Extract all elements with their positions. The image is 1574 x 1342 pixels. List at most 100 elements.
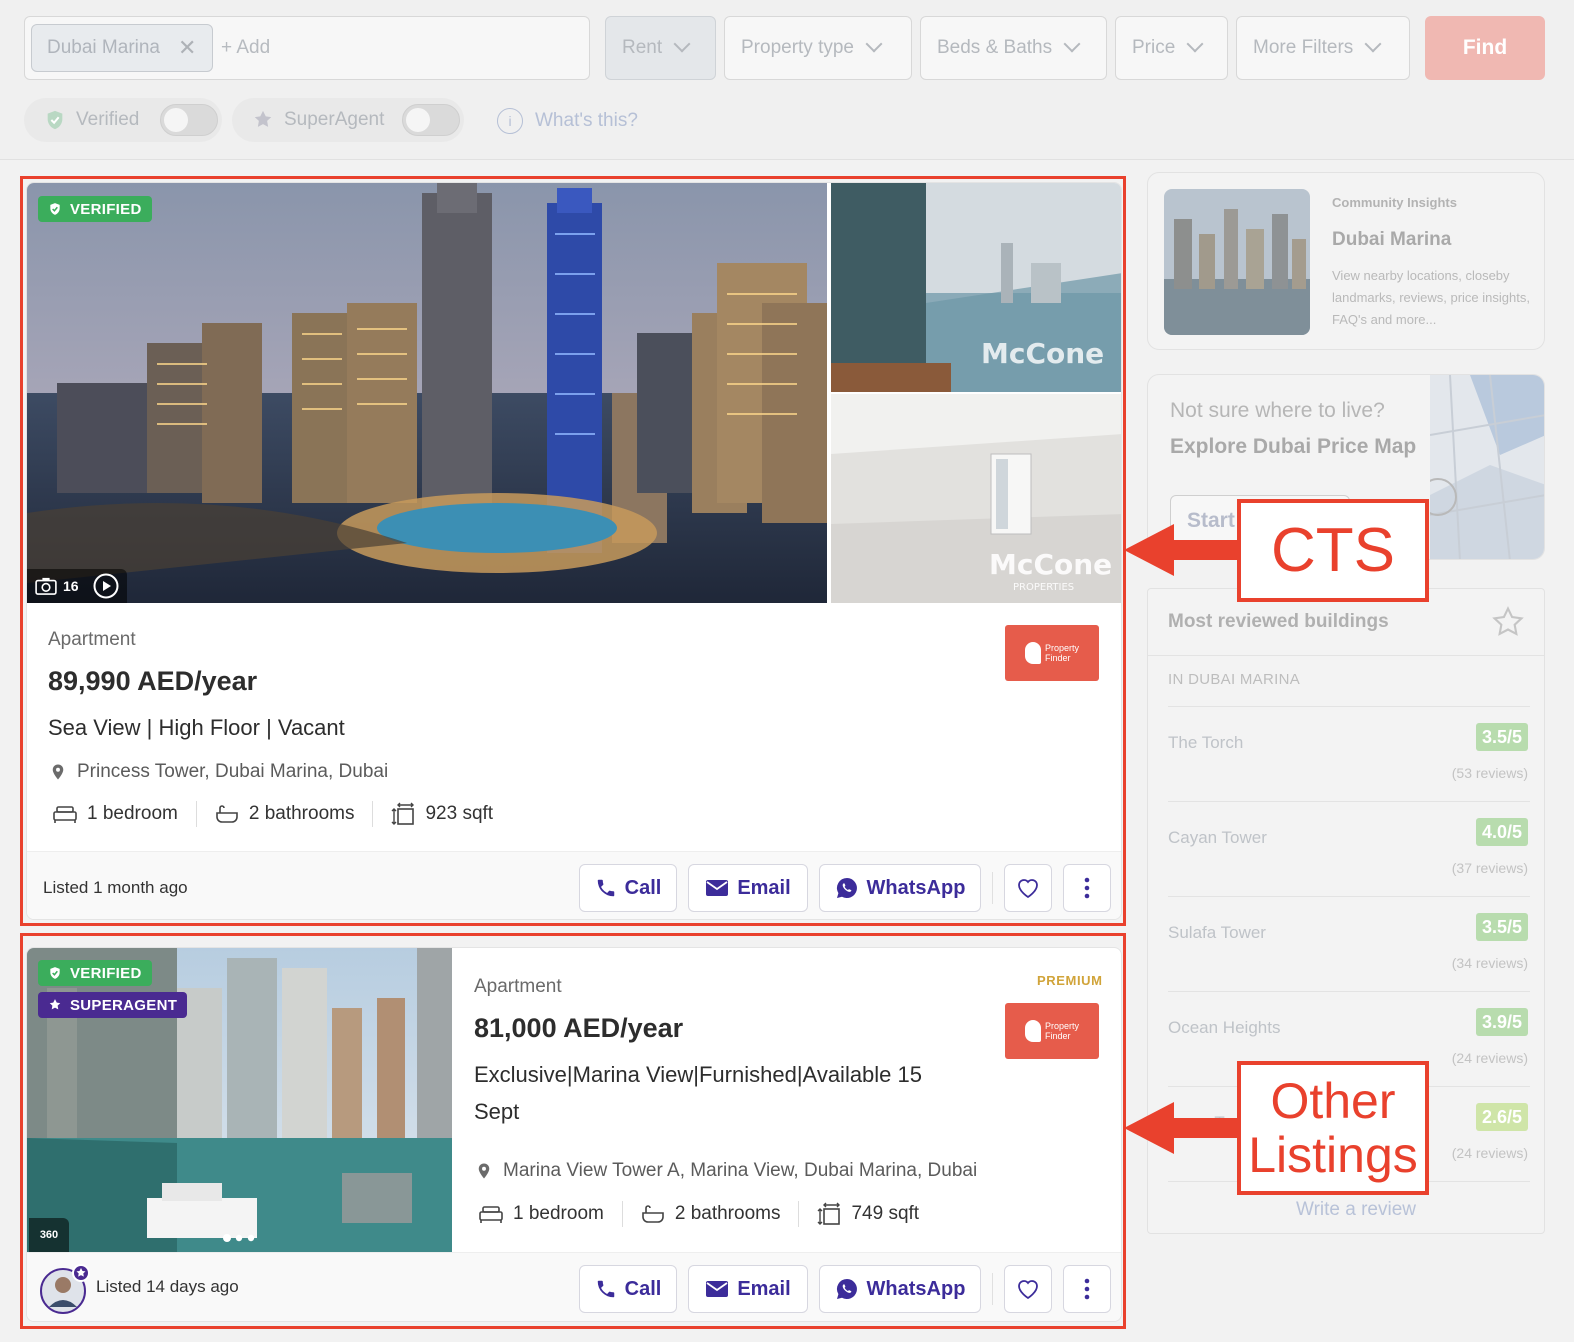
building-row[interactable]: Cayan Tower 4.0/5 (37 reviews) (1168, 801, 1530, 896)
close-icon[interactable]: ✕ (178, 35, 196, 61)
bathtub-icon (216, 805, 238, 823)
building-reviews: (53 reviews) (1451, 765, 1528, 781)
bathrooms-spec: 2 bathrooms (641, 1203, 781, 1225)
verified-badge: VERIFIED (38, 196, 152, 222)
building-score: 3.9/5 (1475, 1008, 1528, 1036)
bed-icon (53, 806, 77, 823)
listing-title[interactable]: Sea View | High Floor | Vacant (48, 709, 345, 746)
price-map-title: Explore Dubai Price Map (1170, 435, 1417, 458)
filter-label: More Filters (1253, 37, 1354, 58)
virtual-tour-360-icon[interactable]: 360 (29, 1218, 69, 1252)
more-options-button[interactable] (1063, 864, 1111, 912)
beds-baths-filter-dropdown[interactable]: Beds & Baths (920, 16, 1107, 80)
phone-icon (597, 879, 614, 897)
tour-360-label: 360 (39, 1229, 59, 1241)
add-location-link[interactable]: + Add (221, 37, 270, 59)
find-button[interactable]: Find (1425, 16, 1545, 80)
superagent-badge: SUPERAGENT (38, 992, 188, 1018)
building-reviews: (37 reviews) (1451, 860, 1528, 876)
community-description: View nearby locations, closeby landmarks… (1332, 268, 1530, 327)
write-review-link[interactable]: Write a review (1296, 1199, 1416, 1221)
bed-icon (479, 1206, 503, 1223)
community-insights-card[interactable]: Community Insights Dubai Marina View nea… (1147, 172, 1545, 350)
envelope-icon (706, 1281, 729, 1297)
call-button[interactable]: Call (579, 864, 677, 912)
filter-label: Beds & Baths (937, 37, 1053, 58)
agent-avatar[interactable] (39, 1263, 91, 1315)
broker-logo[interactable]: Property Finder (1005, 625, 1099, 681)
heart-icon (1018, 1280, 1038, 1300)
most-reviewed-heading: Most reviewed buildings (1168, 611, 1389, 632)
photo-count-badge[interactable]: 16 (27, 569, 127, 603)
verified-toggle-group: Verified (24, 98, 222, 142)
area-value: 749 sqft (851, 1203, 920, 1224)
play-icon[interactable] (93, 573, 119, 599)
more-options-button[interactable] (1063, 1265, 1111, 1313)
building-row[interactable]: Sulafa Tower 3.5/5 (34 reviews) (1168, 896, 1530, 991)
building-name: Sulafa Tower (1168, 923, 1266, 942)
listing-card-featured[interactable]: McCone McCone PROPERTIES VERIFIED 16 Apa… (26, 182, 1122, 920)
broker-logo-line1: Property (1044, 643, 1079, 653)
verified-switch[interactable] (160, 104, 218, 136)
email-button[interactable]: Email (688, 864, 808, 912)
listing-main-photo[interactable] (27, 183, 827, 603)
building-row[interactable]: The Torch 3.5/5 (53 reviews) (1168, 706, 1530, 801)
filter-label: Rent (622, 37, 663, 58)
call-button[interactable]: Call (579, 1265, 677, 1313)
area-spec: 749 sqft (817, 1202, 919, 1226)
listing-footer: Listed 1 month ago Call Email WhatsApp (27, 851, 1121, 919)
favorite-button[interactable] (1004, 1265, 1052, 1313)
cts-arrow-icon (1124, 524, 1244, 576)
verified-badge-label: VERIFIED (70, 964, 142, 982)
property-type: Apartment (48, 629, 136, 650)
location-text: Princess Tower, Dubai Marina, Dubai (77, 761, 389, 782)
rent-filter-dropdown[interactable]: Rent (605, 16, 716, 80)
listing-photo-balcony[interactable]: McCone (831, 183, 1122, 392)
star-icon (49, 999, 61, 1010)
star-outline-icon[interactable] (1490, 605, 1526, 639)
price-filter-dropdown[interactable]: Price (1115, 16, 1228, 80)
divider (621, 1201, 623, 1227)
divider (992, 1273, 993, 1305)
other-listings-callout: Other Listings (1237, 1061, 1429, 1195)
email-label: Email (737, 876, 791, 899)
more-filters-dropdown[interactable]: More Filters (1236, 16, 1410, 80)
bathrooms-value: 2 bathrooms (674, 1203, 781, 1224)
building-score: 3.5/5 (1475, 913, 1528, 941)
bathrooms-value: 2 bathrooms (248, 803, 355, 824)
other-listings-arrow-icon (1124, 1102, 1244, 1154)
property-type-filter-dropdown[interactable]: Property type (724, 16, 912, 80)
whatsapp-button[interactable]: WhatsApp (819, 864, 981, 912)
favorite-button[interactable] (1004, 864, 1052, 912)
community-title: Dubai Marina (1332, 229, 1452, 250)
whatsapp-button[interactable]: WhatsApp (819, 1265, 981, 1313)
listed-date: Listed 1 month ago (43, 878, 188, 897)
listing-title[interactable]: Exclusive|Marina View|Furnished|Availabl… (474, 1056, 954, 1130)
listing-footer: Listed 14 days ago Call Email WhatsApp (27, 1252, 1121, 1321)
email-button[interactable]: Email (688, 1265, 808, 1313)
call-label: Call (624, 1277, 662, 1300)
chevron-down-icon (1186, 35, 1204, 53)
listing-specs: 1 bedroom 2 bathrooms 923 sqft (53, 801, 493, 827)
location-search-input[interactable]: Dubai Marina ✕ + Add (24, 16, 590, 80)
area-icon (391, 802, 415, 825)
broker-logo-text: Property Finder (1045, 643, 1079, 663)
listing-card[interactable]: VERIFIED SUPERAGENT 360 PREMIUM Apartmen… (26, 947, 1122, 1322)
star-icon (254, 110, 272, 127)
location-pin-icon (52, 764, 64, 780)
superagent-switch[interactable] (402, 104, 460, 136)
listing-photo-interior[interactable]: McCone PROPERTIES (831, 394, 1122, 603)
phone-icon (597, 1280, 614, 1298)
shield-check-icon (47, 110, 63, 130)
location-chip[interactable]: Dubai Marina ✕ (31, 24, 213, 72)
chevron-down-icon (1364, 35, 1382, 53)
building-score: 3.5/5 (1475, 723, 1528, 751)
most-reviewed-subheading: IN DUBAI MARINA (1168, 671, 1301, 688)
email-label: Email (737, 1277, 791, 1300)
community-thumbnail (1164, 189, 1310, 335)
broker-logo[interactable]: Property Finder (1005, 1003, 1099, 1059)
map-thumbnail (1430, 375, 1544, 559)
other-callout-line1: Other (1270, 1073, 1396, 1129)
bedrooms-value: 1 bedroom (513, 1203, 604, 1224)
whats-this-link[interactable]: i What's this? (497, 108, 638, 134)
